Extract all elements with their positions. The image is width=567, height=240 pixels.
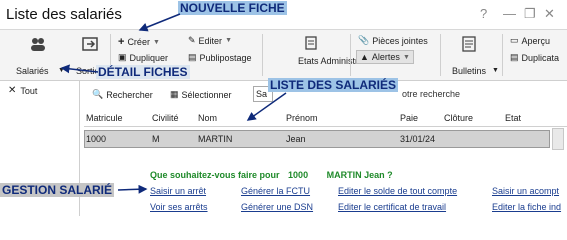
annotation-arrows: [60, 13, 287, 194]
